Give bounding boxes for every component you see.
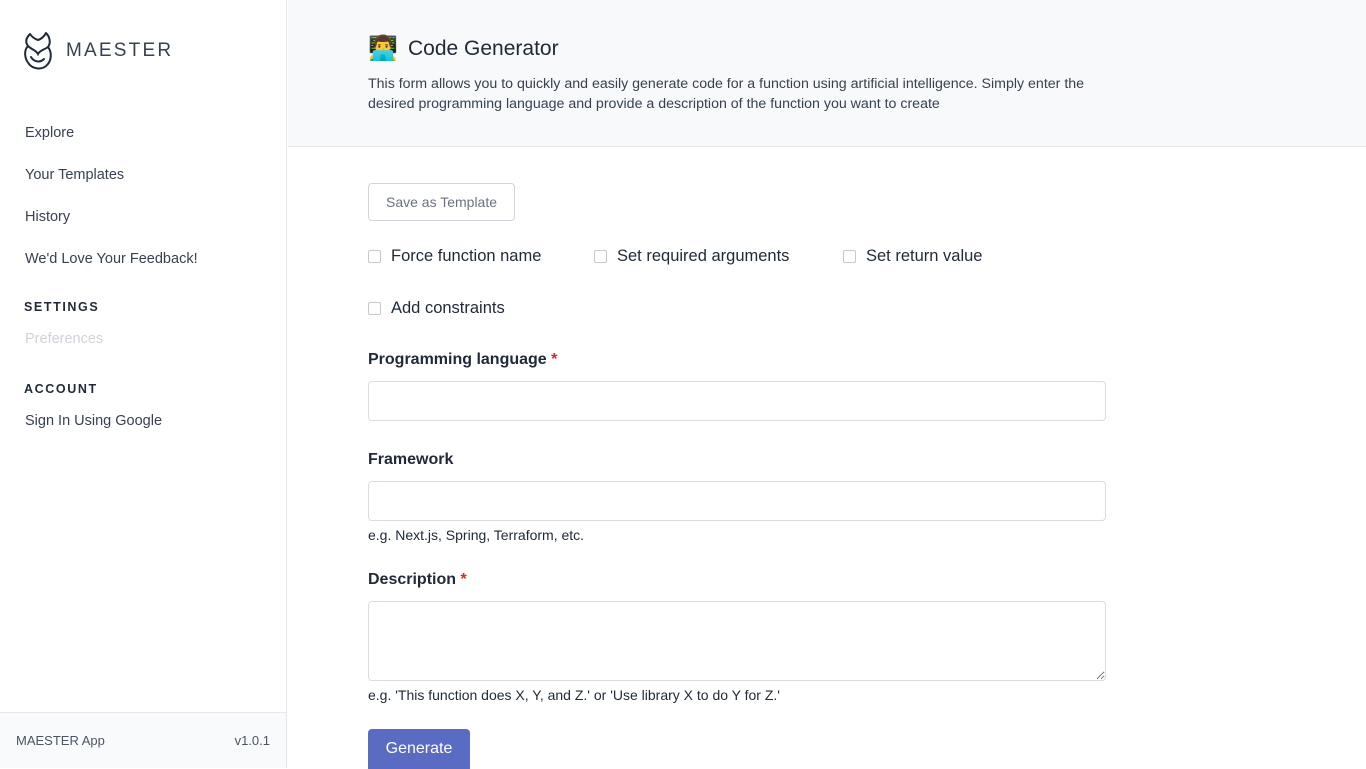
description-label-text: Description [368, 571, 457, 588]
description-textarea[interactable] [368, 601, 1106, 681]
programming-language-label-text: Programming language [368, 351, 547, 368]
sidebar-item-feedback[interactable]: We'd Love Your Feedback! [25, 244, 198, 286]
save-as-template-button[interactable]: Save as Template [368, 183, 515, 221]
checkbox-label: Add constraints [391, 299, 505, 317]
sidebar-nav: Explore Your Templates History We'd Love… [25, 118, 198, 286]
page-description: This form allows you to quickly and easi… [368, 76, 1085, 112]
programming-language-label: Programming language * [368, 351, 557, 369]
technologist-emoji-icon: 👨‍💻 [368, 35, 398, 62]
required-marker: * [460, 571, 467, 588]
sidebar-item-preferences: Preferences [25, 331, 104, 347]
settings-heading: SETTINGS [24, 300, 100, 314]
title-row: 👨‍💻 Code Generator [368, 34, 559, 64]
programming-language-input[interactable] [368, 381, 1106, 421]
framework-hint: e.g. Next.js, Spring, Terraform, etc. [368, 527, 585, 543]
checkbox-box[interactable] [368, 250, 381, 263]
brand-name: MAESTER [66, 40, 174, 61]
set-return-value-checkbox[interactable]: Set return value [843, 247, 982, 266]
framework-label: Framework [368, 451, 454, 468]
sign-in-google-link[interactable]: Sign In Using Google [25, 413, 162, 429]
required-marker: * [551, 351, 558, 368]
description-label: Description * [368, 571, 467, 589]
force-function-name-checkbox[interactable]: Force function name [368, 247, 541, 266]
checkbox-label: Force function name [391, 247, 542, 265]
sidebar: MAESTER Explore Your Templates History W… [0, 0, 287, 768]
set-required-arguments-checkbox[interactable]: Set required arguments [594, 247, 789, 266]
page-header: 👨‍💻 Code Generator This form allows you … [288, 0, 1366, 147]
footer-version: v1.0.1 [234, 733, 270, 748]
sidebar-item-explore[interactable]: Explore [25, 118, 198, 160]
footer-app-name: MAESTER App [16, 733, 105, 748]
brand[interactable]: MAESTER [22, 30, 173, 72]
framework-input[interactable] [368, 481, 1106, 521]
sidebar-item-your-templates[interactable]: Your Templates [25, 160, 198, 202]
page-title: Code Generator [408, 37, 559, 60]
generate-button[interactable]: Generate [368, 729, 470, 769]
checkbox-box[interactable] [594, 250, 607, 263]
checkbox-box[interactable] [843, 250, 856, 263]
checkbox-box[interactable] [368, 302, 381, 315]
add-constraints-checkbox[interactable]: Add constraints [368, 299, 505, 318]
sidebar-item-history[interactable]: History [25, 202, 198, 244]
account-heading: ACCOUNT [24, 382, 98, 396]
maester-logo-icon [24, 32, 52, 70]
sidebar-footer: MAESTER App v1.0.1 [0, 712, 286, 768]
checkbox-label: Set required arguments [617, 247, 790, 265]
checkbox-label: Set return value [866, 247, 983, 265]
description-hint: e.g. 'This function does X, Y, and Z.' o… [368, 687, 780, 703]
